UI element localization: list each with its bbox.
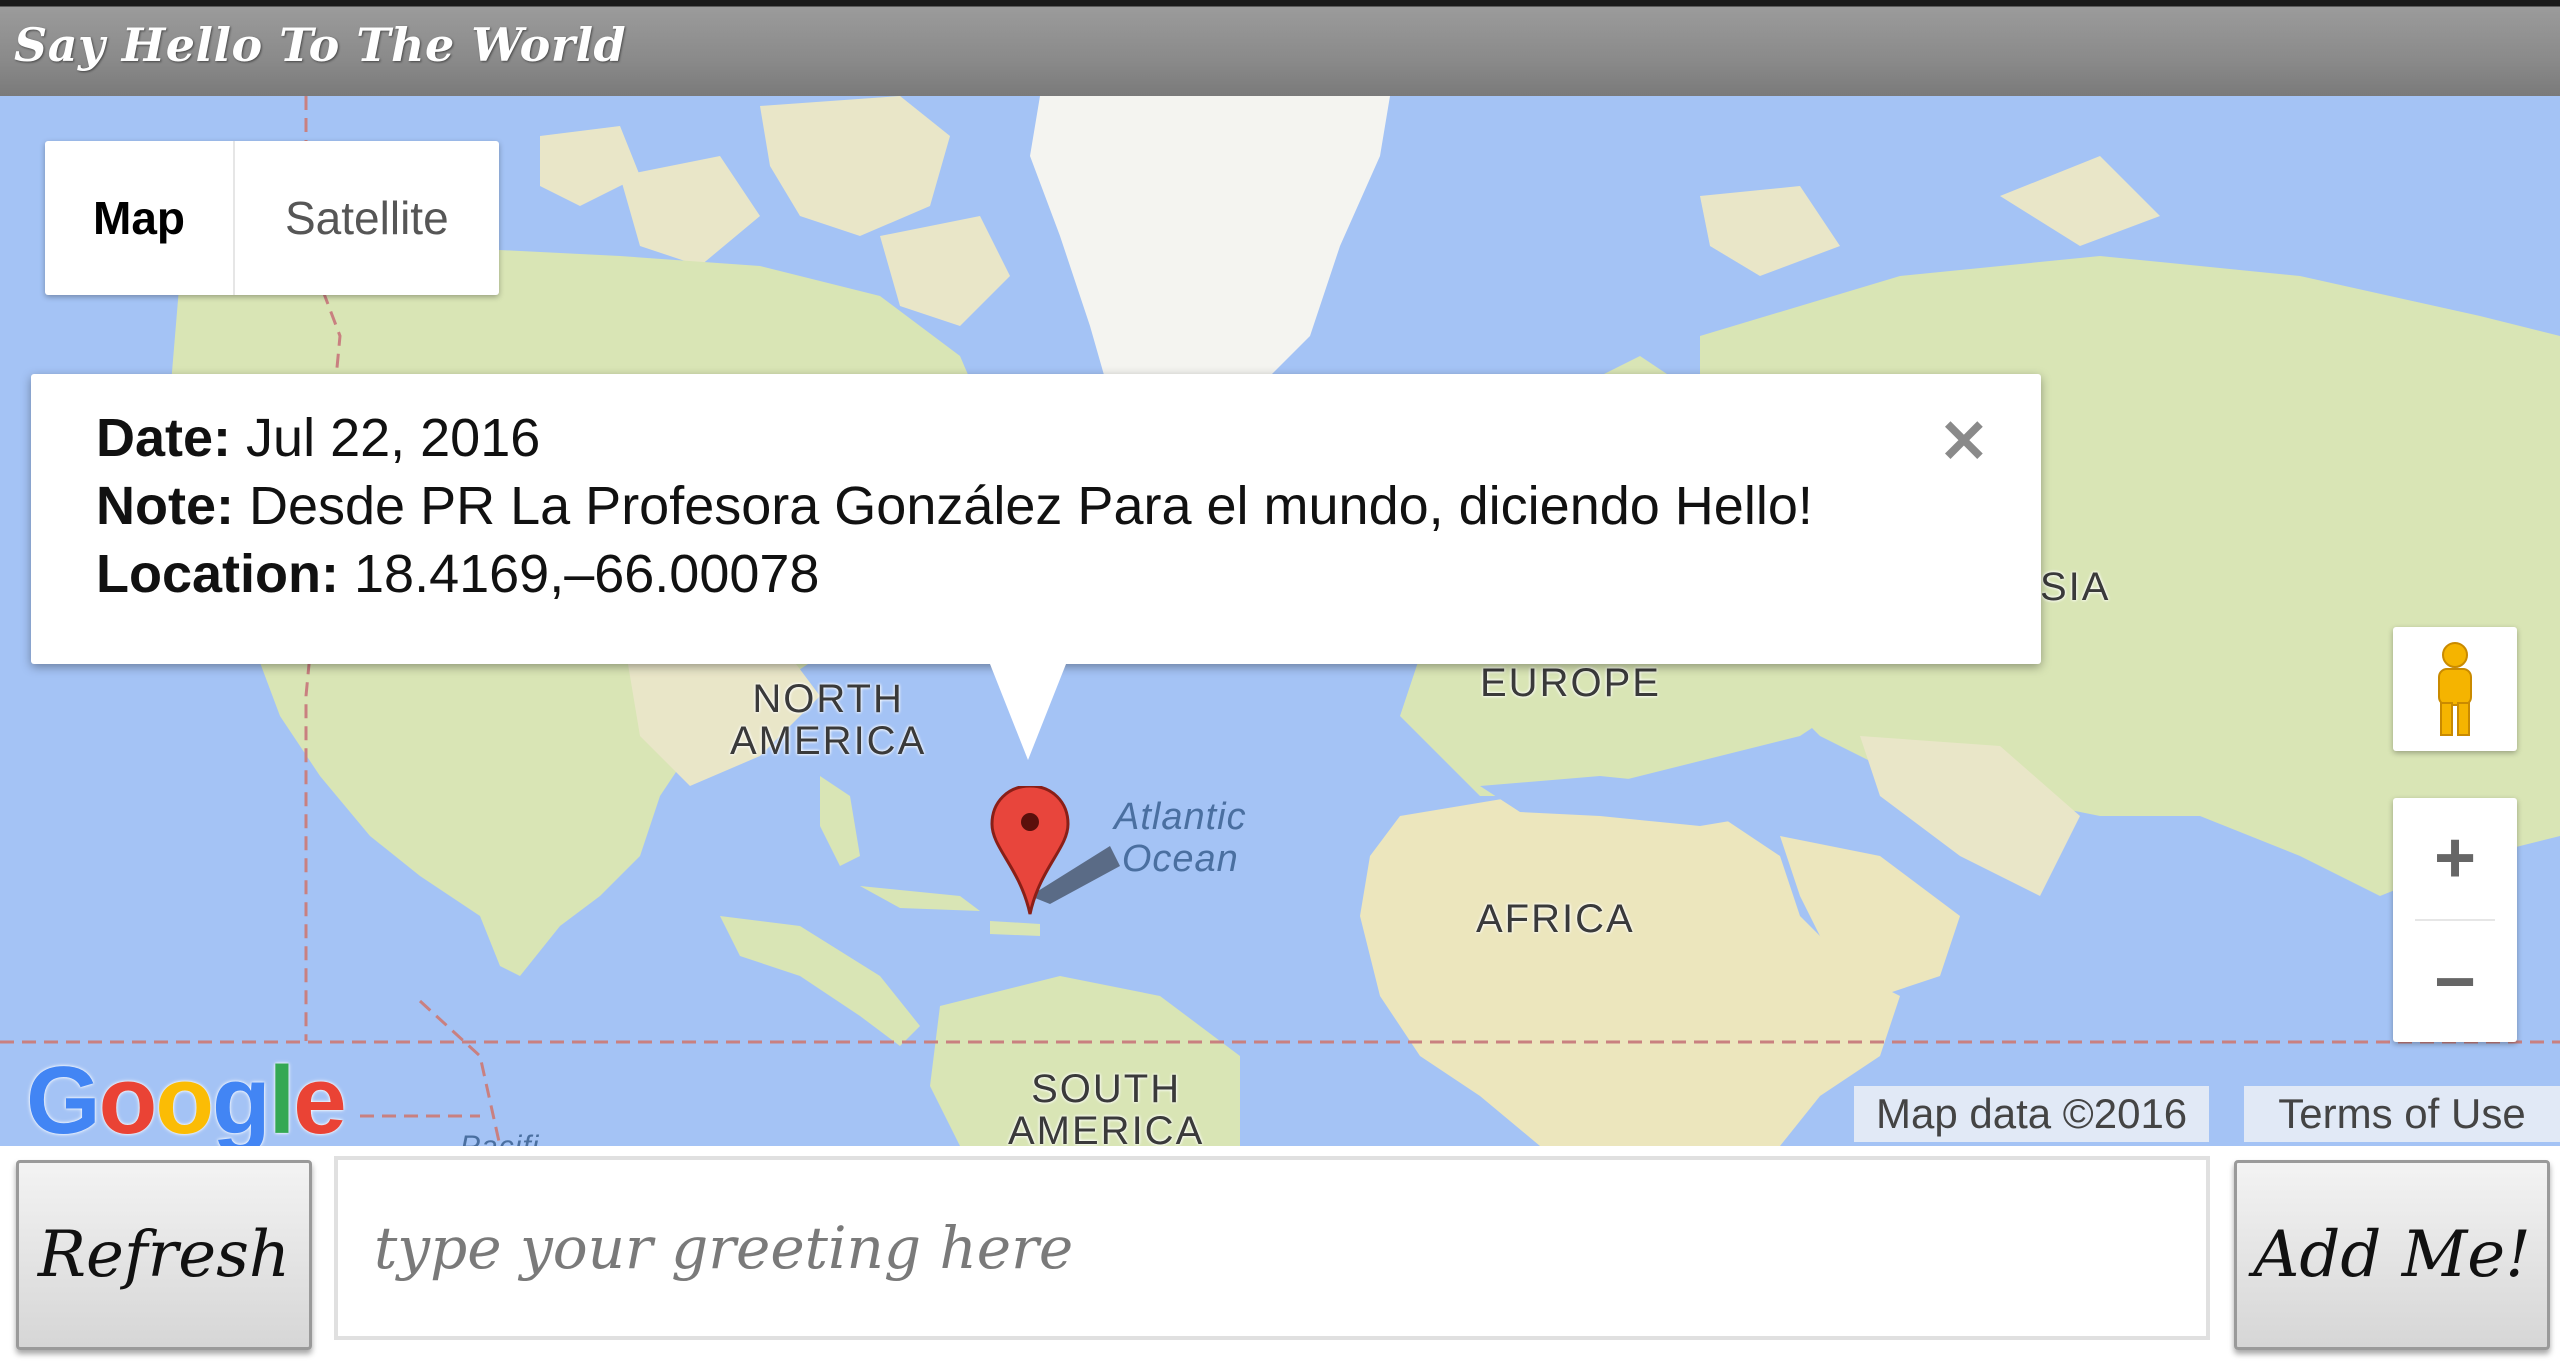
pegman-icon	[2438, 642, 2472, 736]
logo-letter-g2: g	[211, 1047, 271, 1146]
label-pacific: Pacifi	[460, 1126, 539, 1146]
greeting-input[interactable]	[334, 1156, 2210, 1340]
label-north-america-line2: AMERICA	[730, 719, 927, 763]
zoom-in-button[interactable]: +	[2393, 798, 2517, 918]
info-location-label: Location:	[96, 544, 339, 604]
info-window: Date: Jul 22, 2016 Note: Desde PR La Pro…	[31, 374, 2041, 664]
label-atlantic-line1: Atlantic	[1114, 796, 1247, 838]
info-note-value: Desde PR La Profesora González Para el m…	[249, 476, 1813, 536]
info-note-label: Note:	[96, 476, 234, 536]
info-location-row: Location: 18.4169,–66.00078	[96, 540, 1813, 608]
terms-of-use-link[interactable]: Terms of Use	[2244, 1086, 2560, 1142]
map-type-map-button[interactable]: Map	[45, 141, 235, 295]
map-type-control: Map Satellite	[45, 141, 499, 295]
zoom-control: + −	[2393, 798, 2517, 1042]
zoom-out-button[interactable]: −	[2393, 922, 2517, 1042]
label-atlantic-line2: Ocean	[1121, 838, 1239, 880]
logo-letter-o1: o	[98, 1047, 158, 1146]
logo-letter-o2: o	[155, 1047, 214, 1146]
add-me-button[interactable]: Add Me!	[2234, 1160, 2550, 1350]
label-south-america-line2: AMERICA	[1008, 1109, 1205, 1146]
refresh-button[interactable]: Refresh	[16, 1160, 312, 1350]
google-logo: Google	[26, 1046, 347, 1146]
logo-letter-l: l	[268, 1047, 296, 1146]
title-bar: Say Hello To The World	[0, 0, 2560, 96]
info-date-value: Jul 22, 2016	[246, 408, 541, 468]
map-data-attribution: Map data ©2016	[1854, 1086, 2210, 1142]
label-africa: AFRICA	[1476, 897, 1635, 941]
logo-letter-e: e	[293, 1047, 346, 1146]
street-view-pegman-control[interactable]	[2393, 627, 2517, 751]
map-pin-icon[interactable]	[990, 786, 1130, 926]
zoom-divider	[2415, 919, 2495, 921]
label-south-america-line1: SOUTH	[1031, 1067, 1182, 1111]
close-icon[interactable]: ✕	[1939, 412, 1989, 472]
app-title: Say Hello To The World	[14, 18, 627, 72]
info-date-label: Date:	[96, 408, 232, 468]
info-location-value: 18.4169,–66.00078	[354, 544, 820, 604]
label-europe: EUROPE	[1480, 661, 1661, 705]
map-view[interactable]: Map Satellite NORTH AMERICA SOUTH AMERIC…	[0, 96, 2560, 1146]
bottom-toolbar: Refresh Add Me!	[0, 1146, 2560, 1364]
info-note-row: Note: Desde PR La Profesora González Par…	[96, 472, 1813, 540]
info-window-content: Date: Jul 22, 2016 Note: Desde PR La Pro…	[96, 404, 1813, 608]
label-asia: SIA	[2040, 565, 2111, 609]
label-south-america: SOUTH AMERICA	[1008, 1068, 1204, 1146]
label-atlantic-ocean: Atlantic Ocean	[1114, 796, 1247, 880]
info-window-tail	[990, 664, 1066, 760]
logo-letter-g1: G	[26, 1047, 101, 1146]
map-type-satellite-button[interactable]: Satellite	[235, 141, 499, 295]
label-north-america-line1: NORTH	[752, 677, 904, 721]
info-date-row: Date: Jul 22, 2016	[96, 404, 1813, 472]
label-north-america: NORTH AMERICA	[730, 678, 926, 762]
